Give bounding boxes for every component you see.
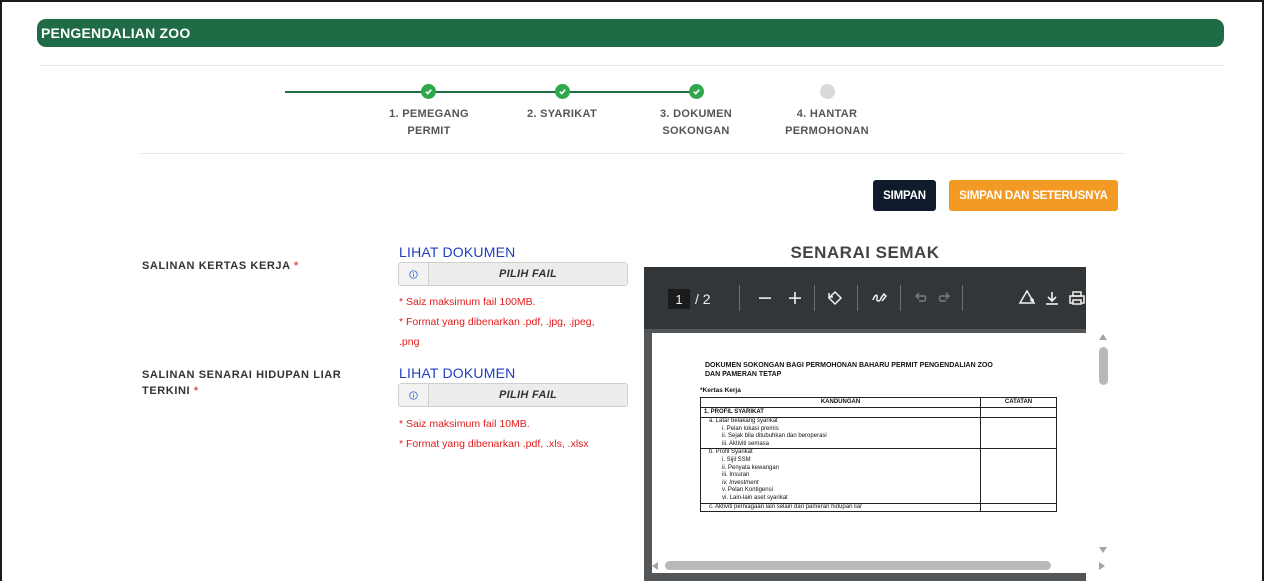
choose-file-button[interactable]: PILIH FAIL bbox=[429, 263, 627, 285]
toolbar-separator bbox=[962, 285, 963, 311]
vertical-scrollbar[interactable] bbox=[1094, 330, 1110, 575]
info-icon bbox=[399, 384, 429, 406]
doc-line: b. Profil Syarikat bbox=[709, 449, 753, 456]
save-button[interactable]: SIMPAN bbox=[873, 180, 936, 211]
step-4-label-line2: PERMOHONAN bbox=[785, 125, 869, 137]
doc-line: iv. Investment bbox=[722, 479, 759, 486]
view-document-link[interactable]: LIHAT DOKUMEN bbox=[399, 365, 515, 381]
field-label-kertas-kerja: SALINAN KERTAS KERJA * bbox=[142, 258, 299, 274]
rotate-icon[interactable] bbox=[821, 281, 849, 315]
doc-title-line2: DAN PAMERAN TETAP bbox=[705, 371, 782, 378]
toolbar-separator bbox=[739, 285, 740, 311]
doc-line: iii. Aktiviti semasa bbox=[722, 440, 770, 447]
doc-group-c: c. Aktiviti perniagaan lain selain dari … bbox=[700, 502, 981, 513]
doc-title-line1: DOKUMEN SOKONGAN BAGI PERMOHONAN BAHARU … bbox=[705, 362, 993, 369]
step-1-label-line1: 1. PEMEGANG bbox=[389, 108, 469, 120]
save-and-next-button[interactable]: SIMPAN DAN SETERUSNYA bbox=[949, 180, 1118, 211]
doc-line: vi. Lain-lain aset syarikat bbox=[722, 494, 788, 501]
step-connector bbox=[285, 91, 428, 93]
doc-col-header: KANDUNGAN bbox=[700, 397, 981, 408]
download-icon[interactable] bbox=[1038, 281, 1066, 315]
doc-line: ii. Penyata kewangan bbox=[722, 464, 780, 471]
choose-file-button[interactable]: PILIH FAIL bbox=[429, 384, 627, 406]
doc-subtitle: *Kertas Kerja bbox=[700, 387, 741, 394]
file-upload-kertas-kerja[interactable]: PILIH FAIL bbox=[398, 262, 628, 286]
required-mark: * bbox=[293, 260, 299, 272]
doc-title: DOKUMEN SOKONGAN BAGI PERMOHONAN BAHARU … bbox=[705, 361, 1065, 379]
info-icon bbox=[399, 263, 429, 285]
doc-line: v. Pelan Kontigensi bbox=[722, 487, 773, 494]
toolbar-separator bbox=[857, 285, 858, 311]
scroll-down-icon[interactable] bbox=[1098, 546, 1108, 554]
view-document-link[interactable]: LIHAT DOKUMEN bbox=[399, 244, 515, 260]
step-4-pending-icon bbox=[820, 84, 835, 99]
zoom-out-icon[interactable] bbox=[751, 281, 779, 315]
step-3-label-line2: SOKONGAN bbox=[662, 125, 730, 137]
horizontal-scroll-thumb[interactable] bbox=[665, 561, 1051, 570]
file-note: * Format yang dibenarkan .pdf, .xls, .xl… bbox=[399, 438, 589, 450]
pdf-viewer[interactable]: 1 / 2 DOKUMEN SOKONGAN BAGI PERMOHONAN B… bbox=[644, 267, 1086, 581]
step-3-label-line1: 3. DOKUMEN bbox=[659, 108, 733, 120]
toolbar-separator bbox=[814, 285, 815, 311]
file-note: .png bbox=[399, 336, 420, 348]
doc-line: i. Pelan lokasi premis bbox=[722, 425, 779, 432]
field-label-senarai-hidupan-liar: SALINAN SENARAI HIDUPAN LIAR TERKINI * bbox=[142, 367, 341, 399]
step-2-label-line1: 2. SYARIKAT bbox=[527, 108, 597, 120]
pdf-toolbar: 1 / 2 bbox=[644, 267, 1086, 329]
field-label-text: SALINAN SENARAI HIDUPAN LIAR bbox=[142, 369, 342, 381]
field-label-text: SALINAN KERTAS KERJA bbox=[142, 260, 291, 272]
doc-group-a: a. Latar belakang syarikat i. Pelan loka… bbox=[700, 416, 981, 450]
undo-icon[interactable] bbox=[906, 281, 934, 315]
doc-line: a. Latar belakang syarikat bbox=[709, 418, 778, 424]
pdf-page: DOKUMEN SOKONGAN BAGI PERMOHONAN BAHARU … bbox=[652, 333, 1086, 573]
step-3-check-icon bbox=[689, 84, 704, 99]
page-number-input[interactable]: 1 bbox=[668, 289, 690, 309]
draw-icon[interactable] bbox=[866, 281, 894, 315]
page-total: / 2 bbox=[695, 291, 711, 307]
doc-col-header: CATATAN bbox=[980, 397, 1057, 408]
step-1-label[interactable]: 1. PEMEGANG PERMIT bbox=[374, 106, 484, 140]
step-connector bbox=[428, 91, 562, 93]
doc-line: i. Sijil SSM bbox=[722, 456, 751, 463]
redo-icon[interactable] bbox=[931, 281, 959, 315]
step-3-label[interactable]: 3. DOKUMEN SOKONGAN bbox=[641, 106, 751, 140]
file-note: * Saiz maksimum fail 100MB. bbox=[399, 296, 536, 308]
scroll-up-icon[interactable] bbox=[1098, 333, 1108, 341]
file-note: * Saiz maksimum fail 10MB. bbox=[399, 418, 530, 430]
file-note: * Format yang dibenarkan .pdf, .jpg, .jp… bbox=[399, 316, 595, 328]
scroll-thumb[interactable] bbox=[1099, 347, 1108, 385]
doc-section: 1. PROFIL SYARIKAT bbox=[700, 407, 981, 418]
divider bbox=[40, 65, 1225, 66]
file-upload-senarai-hidupan-liar[interactable]: PILIH FAIL bbox=[398, 383, 628, 407]
doc-line: iii. Insuran bbox=[722, 472, 750, 479]
step-2-check-icon bbox=[555, 84, 570, 99]
divider bbox=[140, 153, 1125, 154]
step-connector bbox=[562, 91, 696, 93]
doc-table: KANDUNGAN CATATAN 1. PROFIL SYARIKAT a. … bbox=[700, 397, 1057, 513]
step-1-label-line2: PERMIT bbox=[407, 125, 451, 137]
scroll-right-icon[interactable] bbox=[1098, 561, 1106, 571]
field-label-text: TERKINI bbox=[142, 385, 191, 397]
step-4-label-line1: 4. HANTAR bbox=[796, 108, 858, 120]
scroll-left-icon[interactable] bbox=[651, 561, 659, 571]
doc-group-b: b. Profil Syarikat i. Sijil SSM ii. Peny… bbox=[700, 448, 981, 504]
doc-line: ii. Sejak bila ditubuhkan dan beroperasi bbox=[722, 433, 827, 440]
toolbar-separator bbox=[900, 285, 901, 311]
step-2-label[interactable]: 2. SYARIKAT bbox=[507, 106, 617, 123]
step-1-check-icon bbox=[421, 84, 436, 99]
zoom-in-icon[interactable] bbox=[781, 281, 809, 315]
required-mark: * bbox=[193, 385, 199, 397]
print-icon[interactable] bbox=[1063, 281, 1086, 315]
page-title: PENGENDALIAN ZOO bbox=[37, 19, 1224, 47]
doc-line: c. Aktiviti perniagaan lain selain dari … bbox=[709, 503, 863, 510]
viewer-title: SENARAI SEMAK bbox=[790, 243, 940, 262]
annotate-icon[interactable] bbox=[1013, 281, 1041, 315]
step-4-label[interactable]: 4. HANTAR PERMOHONAN bbox=[772, 106, 882, 140]
